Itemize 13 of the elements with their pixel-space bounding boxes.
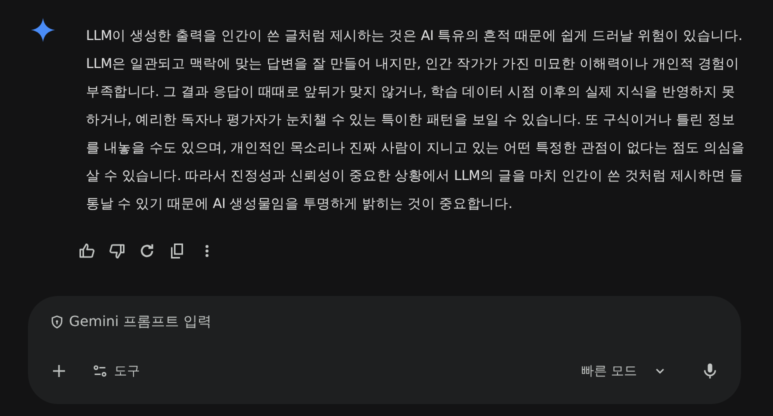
- tools-button[interactable]: 도구: [88, 360, 144, 382]
- thumbs-down-icon[interactable]: [108, 242, 126, 260]
- mode-dropdown[interactable]: 빠른 모드: [576, 360, 671, 382]
- microphone-icon[interactable]: [701, 362, 719, 380]
- sparkle-icon: [31, 18, 55, 42]
- thumbs-up-icon[interactable]: [78, 242, 96, 260]
- shield-icon: [50, 315, 64, 329]
- response-text: LLM이 생성한 출력을 인간이 쓴 글처럼 제시하는 것은 AI 특유의 흔적 때문에 쉽게 드러날 위험이 있습니다. LLM은 일관되고 맥락에 맞는 답변을 잘 만들어 내지만, 인간 작가가 가진 미묘한 이해력이나 개인적 경험이 부족합니다. 그 결과 응답이 때때로 앞뒤가 맞지 않거나, 학습 데이터 시점 이후의 실제 지식을 반영하지 못하거나, 예리한 독자나 평가자가 눈치챌 수 있는 특이한 패턴을 보일 수 있습니다. 또 구식이거나 틀린 정보를 내놓을 수도 있으며, 개인적인 목소리나 진짜 사람이 지니고 있는 어떤 특정한 관점이 없다는 점도 의심을 살 수 있습니다. 따라서 진정성과 신뢰성이 중요한 상황에서 LLM의 글을 마치 인간이 쓴 것처럼 제시하면 들통날 수 있기 때문에 AI 생성물임을 투명하게 밝히는 것이 중요합니다.: [86, 27, 746, 214]
- copy-icon[interactable]: [168, 242, 186, 260]
- prompt-input[interactable]: Gemini 프롬프트 입력: [69, 314, 469, 330]
- refresh-icon[interactable]: [138, 242, 156, 260]
- sliders-icon: [92, 363, 108, 379]
- add-icon[interactable]: [50, 362, 68, 380]
